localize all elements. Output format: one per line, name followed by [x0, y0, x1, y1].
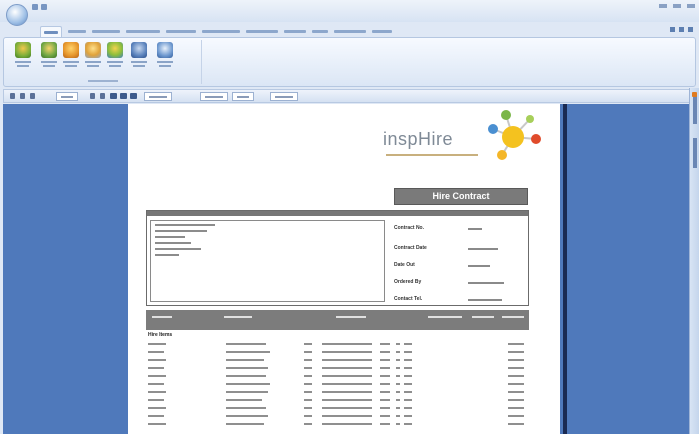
tab-11[interactable]	[372, 26, 392, 37]
off-hire-icon	[85, 42, 101, 58]
amend-contract-icon	[41, 42, 57, 58]
qat-dropdown-icon[interactable]	[41, 4, 47, 10]
table-row	[146, 380, 529, 388]
ribbon-tabs	[40, 26, 392, 37]
table-row	[146, 396, 529, 404]
title-bar	[0, 0, 699, 26]
create-new-sale-icon	[157, 42, 173, 58]
contract-date-label: Contract Date	[394, 245, 427, 251]
qat-save-icon[interactable]	[32, 4, 38, 10]
side-tab-2[interactable]	[692, 138, 697, 168]
help-icon[interactable]	[670, 27, 675, 32]
tab-2[interactable]	[68, 26, 86, 37]
zoom-select[interactable]	[144, 92, 172, 101]
table-row	[146, 364, 529, 372]
window-controls	[659, 4, 695, 8]
table-row	[146, 340, 529, 348]
new-contract-button[interactable]	[14, 42, 32, 67]
table-row	[146, 348, 529, 356]
items-table-header	[146, 310, 529, 330]
ribbon-help-controls	[670, 27, 693, 32]
insphire-molecule-logo	[488, 110, 541, 160]
contract-no-value	[468, 228, 482, 230]
section-label: Hire Items	[148, 332, 173, 338]
tab-3[interactable]	[92, 26, 120, 37]
tab-4[interactable]	[126, 26, 160, 37]
brand-tagline	[386, 154, 478, 156]
options-icon[interactable]	[679, 27, 684, 32]
amend-contract-button[interactable]	[40, 42, 58, 67]
first-page-icon[interactable]	[10, 93, 15, 99]
table-row	[146, 356, 529, 364]
table-row	[146, 420, 529, 428]
ribbon-group-caption	[88, 80, 118, 82]
ribbon-group-contracts	[8, 40, 202, 84]
stop-icon[interactable]	[30, 93, 35, 99]
report-page: inspHire Hire Contract Contract No. Cont…	[128, 104, 560, 434]
find-next-button[interactable]	[232, 92, 254, 101]
export-icon[interactable]	[120, 93, 127, 99]
table-row	[146, 372, 529, 380]
side-tab-1[interactable]	[692, 94, 697, 124]
maximize-icon[interactable]	[673, 4, 681, 8]
side-pin-icon[interactable]	[692, 92, 697, 97]
table-row	[146, 388, 529, 396]
exchange-button[interactable]	[106, 42, 124, 67]
table-row	[146, 412, 529, 420]
next-page-icon[interactable]	[90, 93, 95, 99]
application-orb-icon[interactable]	[6, 4, 28, 26]
report-toolbar	[3, 89, 696, 103]
tab-10[interactable]	[334, 26, 366, 37]
tab-9[interactable]	[312, 26, 328, 37]
last-page-icon[interactable]	[100, 93, 105, 99]
tab-5[interactable]	[166, 26, 196, 37]
date-out-label: Date Out	[394, 262, 415, 268]
contact-tel-label: Contact Tel.	[394, 296, 423, 302]
page-shadow	[563, 104, 567, 434]
new-contract-icon	[15, 42, 31, 58]
tab-8[interactable]	[284, 26, 306, 37]
address-header	[147, 211, 528, 216]
quick-access-toolbar	[32, 4, 47, 10]
contact-tel-value	[468, 299, 502, 301]
ordered-by-label: Ordered By	[394, 279, 422, 285]
prev-page-icon[interactable]	[20, 93, 25, 99]
find-input[interactable]	[200, 92, 228, 101]
tab-7[interactable]	[246, 26, 278, 37]
table-row	[146, 404, 529, 412]
quick-hire-icon	[63, 42, 79, 58]
tab-home[interactable]	[40, 26, 62, 37]
minimize-ribbon-icon[interactable]	[688, 27, 693, 32]
search-label[interactable]	[270, 92, 298, 101]
date-out-value	[468, 265, 490, 267]
ribbon	[3, 37, 696, 87]
close-icon[interactable]	[687, 4, 695, 8]
off-hire-button[interactable]	[84, 42, 102, 67]
contract-date-value	[468, 248, 498, 250]
exchange-icon	[107, 42, 123, 58]
brand-name: inspHire	[383, 129, 454, 149]
quick-hire-button[interactable]	[62, 42, 80, 67]
print-icon[interactable]	[110, 93, 117, 99]
customer-address	[150, 220, 385, 302]
contract-no-label: Contract No.	[394, 225, 424, 231]
tab-6[interactable]	[202, 26, 240, 37]
zoom-icon[interactable]	[130, 93, 137, 99]
side-panel	[689, 88, 699, 434]
address-block	[146, 210, 529, 306]
transfer-icon	[131, 42, 147, 58]
report-title: Hire Contract	[394, 188, 528, 205]
create-new-sale-button[interactable]	[156, 42, 174, 67]
page-number-input[interactable]	[56, 92, 78, 101]
transfer-button[interactable]	[130, 42, 148, 67]
minimize-icon[interactable]	[659, 4, 667, 8]
ordered-by-value	[468, 282, 504, 284]
